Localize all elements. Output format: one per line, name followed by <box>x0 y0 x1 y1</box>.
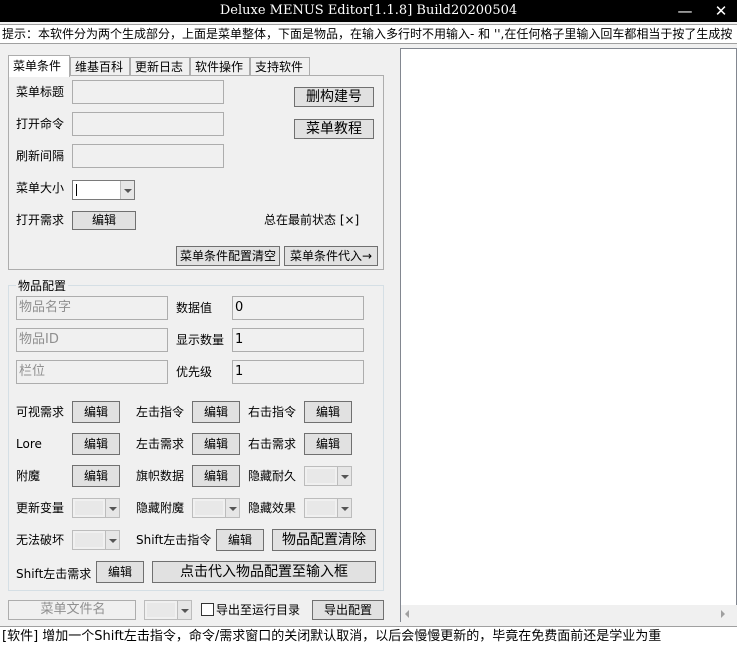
data-value-input[interactable]: 0 <box>232 296 364 320</box>
always-on-top-toggle[interactable]: 总在最前状态 [×] <box>264 212 359 228</box>
scroll-right-icon[interactable] <box>721 610 725 618</box>
open-requirement-label: 打开需求 <box>16 213 65 227</box>
unbreakable-select[interactable] <box>72 530 120 550</box>
menu-title-input[interactable] <box>72 80 224 104</box>
refresh-interval-input[interactable] <box>72 144 224 168</box>
menu-size-label: 菜单大小 <box>16 181 65 195</box>
tab-changelog[interactable]: 更新日志 <box>130 57 190 76</box>
chevron-down-icon[interactable] <box>337 499 351 517</box>
left-click-command-label: 左击指令 <box>136 405 185 419</box>
shift-left-command-label: Shift左击指令 <box>136 533 212 547</box>
horizontal-scrollbar[interactable] <box>401 605 737 622</box>
menu-config-apply-button[interactable]: 菜单条件代入→ <box>284 246 378 266</box>
data-value-label: 数据值 <box>176 301 213 315</box>
tab-software-ops[interactable]: 软件操作 <box>190 57 250 76</box>
amount-input[interactable]: 1 <box>232 328 364 352</box>
chevron-down-icon[interactable] <box>225 499 239 517</box>
shift-left-requirement-edit-button[interactable]: 编辑 <box>96 561 144 583</box>
item-id-input[interactable]: 物品ID <box>16 328 168 352</box>
menu-filename-input[interactable]: 菜单文件名 <box>8 600 136 620</box>
hide-enchant-select[interactable] <box>192 498 240 518</box>
right-click-command-label: 右击指令 <box>248 405 297 419</box>
tab-menu-conditions[interactable]: 菜单条件 <box>8 55 70 77</box>
item-slot-input[interactable]: 栏位 <box>16 360 168 384</box>
view-requirement-label: 可视需求 <box>16 405 65 419</box>
update-variable-select[interactable] <box>72 498 120 518</box>
lore-label: Lore <box>16 437 42 451</box>
chevron-down-icon[interactable] <box>120 181 134 199</box>
window-title: Deluxe MENUS Editor[1.1.8] Build20200504 <box>219 3 518 18</box>
item-config-clear-button[interactable]: 物品配置清除 <box>272 529 376 551</box>
open-command-input[interactable] <box>72 112 224 136</box>
title-bar: Deluxe MENUS Editor[1.1.8] Build20200504… <box>0 0 737 22</box>
right-click-requirement-edit-button[interactable]: 编辑 <box>304 433 352 455</box>
tab-wiki[interactable]: 维基百科 <box>70 57 130 76</box>
scroll-left-icon[interactable] <box>405 610 409 618</box>
left-click-requirement-edit-button[interactable]: 编辑 <box>192 433 240 455</box>
item-name-input[interactable]: 物品名字 <box>16 296 168 320</box>
priority-input[interactable]: 1 <box>232 360 364 384</box>
enchant-label: 附魔 <box>16 469 41 483</box>
menu-tutorial-button[interactable]: 菜单教程 <box>294 119 374 139</box>
open-requirement-edit-button[interactable]: 编辑 <box>72 211 136 230</box>
build-number-button[interactable]: 删构建号 <box>294 87 374 107</box>
enchant-edit-button[interactable]: 编辑 <box>72 465 120 487</box>
chevron-down-icon[interactable] <box>105 531 119 549</box>
left-click-command-edit-button[interactable]: 编辑 <box>192 401 240 423</box>
update-variable-label: 更新变量 <box>16 501 65 515</box>
output-textarea[interactable] <box>400 48 737 622</box>
right-click-command-edit-button[interactable]: 编辑 <box>304 401 352 423</box>
status-bar: [软件] 增加一个Shift左击指令，命令/需求窗口的关闭默认取消，以后会慢慢更… <box>0 626 737 646</box>
menu-title-label: 菜单标题 <box>16 85 65 99</box>
chevron-down-icon[interactable] <box>177 601 191 619</box>
chevron-down-icon[interactable] <box>105 499 119 517</box>
shift-left-requirement-label: Shift左击需求 <box>16 567 92 581</box>
menu-size-select[interactable] <box>72 180 135 200</box>
left-click-requirement-label: 左击需求 <box>136 437 185 451</box>
chevron-down-icon[interactable] <box>337 467 351 485</box>
tab-supported-software[interactable]: 支持软件 <box>250 57 310 76</box>
hide-effects-label: 隐藏效果 <box>248 501 297 515</box>
file-format-select[interactable] <box>144 600 192 620</box>
amount-label: 显示数量 <box>176 333 225 347</box>
hide-effects-select[interactable] <box>304 498 352 518</box>
banner-data-edit-button[interactable]: 编辑 <box>192 465 240 487</box>
open-command-label: 打开命令 <box>16 117 65 131</box>
export-to-run-dir-checkbox[interactable] <box>201 603 214 616</box>
item-config-title: 物品配置 <box>16 278 69 294</box>
tip-bar: 提示：本软件分为两个生成部分，上面是菜单整体，下面是物品，在输入多行时不用输入-… <box>0 24 737 44</box>
refresh-interval-label: 刷新间隔 <box>16 149 65 163</box>
text-caret <box>76 184 77 196</box>
item-config-apply-button[interactable]: 点击代入物品配置至输入框 <box>152 561 376 583</box>
banner-data-label: 旗帜数据 <box>136 469 185 483</box>
priority-label: 优先级 <box>176 365 213 379</box>
hide-enchant-label: 隐藏附魔 <box>136 501 185 515</box>
close-button[interactable]: ✕ <box>705 0 737 22</box>
minimize-button[interactable]: — <box>669 0 701 22</box>
export-to-run-dir-label: 导出至运行目录 <box>216 603 301 617</box>
menu-config-clear-button[interactable]: 菜单条件配置清空 <box>176 246 280 266</box>
shift-left-command-edit-button[interactable]: 编辑 <box>216 529 264 551</box>
lore-edit-button[interactable]: 编辑 <box>72 433 120 455</box>
hide-durability-label: 隐藏耐久 <box>248 469 297 483</box>
view-requirement-edit-button[interactable]: 编辑 <box>72 401 120 423</box>
hide-durability-select[interactable] <box>304 466 352 486</box>
export-config-button[interactable]: 导出配置 <box>312 600 384 620</box>
unbreakable-label: 无法破坏 <box>16 533 65 547</box>
right-click-requirement-label: 右击需求 <box>248 437 297 451</box>
